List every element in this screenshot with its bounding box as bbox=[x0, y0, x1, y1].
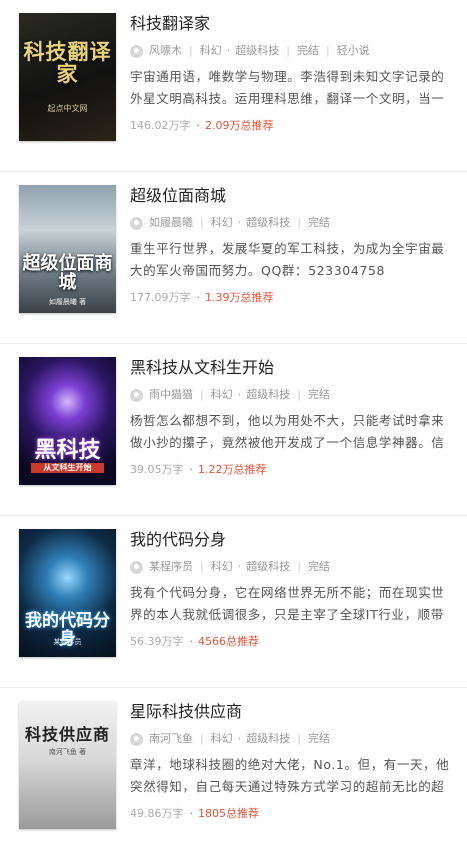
dot-separator: · bbox=[237, 560, 242, 573]
recommend-count: 1.22万总推荐 bbox=[198, 463, 267, 476]
word-count: 56.39万字 bbox=[130, 635, 184, 648]
book-cover[interactable]: 科技供应商 南河飞鱼 著 bbox=[19, 701, 116, 829]
author-avatar-icon bbox=[130, 732, 143, 746]
book-category[interactable]: 科幻 bbox=[200, 43, 222, 59]
cover-subtitle: 从文科生开始 bbox=[31, 463, 104, 474]
book-title[interactable]: 科技翻译家 bbox=[130, 14, 453, 36]
dot-separator: · bbox=[189, 807, 194, 820]
divider: | bbox=[189, 44, 193, 57]
book-meta: 南河飞鱼 | 科幻 · 超级科技 | 完结 bbox=[130, 731, 453, 747]
book-item[interactable]: 我的代码分身 某程序员 我的代码分身 某程序员 | 科幻 · 超级科技 | 完结… bbox=[0, 516, 467, 688]
cover-title: 超级位面商城 bbox=[22, 253, 113, 293]
book-item[interactable]: 科技翻译家 起点中文网 科技翻译家 风嘌木 | 科幻 · 超级科技 | 完结 |… bbox=[0, 0, 467, 172]
book-cover[interactable]: 我的代码分身 某程序员 bbox=[19, 529, 116, 657]
book-meta: 风嘌木 | 科幻 · 超级科技 | 完结 | 轻小说 bbox=[130, 43, 453, 59]
divider: | bbox=[297, 560, 301, 573]
cover-title: 黑科技 bbox=[34, 438, 101, 463]
cover-publisher: 起点中文网 bbox=[47, 104, 88, 113]
book-status: 完结 bbox=[307, 388, 330, 401]
divider: | bbox=[325, 44, 330, 57]
book-title[interactable]: 星际科技供应商 bbox=[130, 702, 453, 724]
book-item[interactable]: 科技供应商 南河飞鱼 著 星际科技供应商 南河飞鱼 | 科幻 · 超级科技 | … bbox=[0, 688, 467, 860]
book-description: 重生平行世界，发展华夏的军工科技，为成为全宇宙最大的军火帝国而努力。QQ群：52… bbox=[130, 241, 445, 278]
book-stats: 146.02万字 · 2.09万总推荐 bbox=[130, 119, 453, 133]
divider: | bbox=[200, 216, 204, 229]
book-subcategory[interactable]: 超级科技 bbox=[246, 559, 290, 575]
book-list: 科技翻译家 起点中文网 科技翻译家 风嘌木 | 科幻 · 超级科技 | 完结 |… bbox=[0, 0, 467, 860]
recommend-count: 1805总推荐 bbox=[198, 807, 259, 820]
dot-separator: · bbox=[189, 635, 194, 648]
dot-separator: · bbox=[226, 44, 231, 57]
book-stats: 49.86万字 · 1805总推荐 bbox=[130, 807, 453, 821]
book-title[interactable]: 我的代码分身 bbox=[130, 530, 453, 552]
book-subcategory[interactable]: 超级科技 bbox=[246, 215, 290, 231]
book-item[interactable]: 黑科技 从文科生开始 黑科技从文科生开始 雨中猫猫 | 科幻 · 超级科技 | … bbox=[0, 344, 467, 516]
book-cover[interactable]: 黑科技 从文科生开始 bbox=[19, 357, 116, 485]
book-meta: 如履晨曦 | 科幻 · 超级科技 | 完结 bbox=[130, 215, 453, 231]
book-description: 我有个代码分身，它在网络世界无所不能；而在现实世界的本人我就低调很多，只是主宰了… bbox=[130, 585, 445, 622]
book-stats: 39.05万字 · 1.22万总推荐 bbox=[130, 463, 453, 477]
cover-author: 如履晨曦 著 bbox=[48, 298, 87, 306]
book-category[interactable]: 科幻 bbox=[211, 387, 233, 403]
book-author[interactable]: 某程序员 bbox=[149, 559, 193, 575]
book-category[interactable]: 科幻 bbox=[211, 215, 233, 231]
divider: | bbox=[200, 560, 204, 573]
book-author[interactable]: 风嘌木 bbox=[149, 43, 182, 59]
book-subcategory[interactable]: 超级科技 bbox=[235, 43, 279, 59]
cover-title: 科技供应商 bbox=[24, 725, 110, 744]
cover-author: 某程序员 bbox=[53, 638, 82, 646]
author-avatar-icon bbox=[130, 216, 143, 230]
recommend-count: 2.09万总推荐 bbox=[205, 119, 274, 132]
book-author[interactable]: 雨中猫猫 bbox=[149, 387, 193, 403]
book-description: 章洋，地球科技圈的绝对大佬，No.1。但，有一天，他突然得知，自己每天通过特殊方… bbox=[130, 757, 450, 794]
dot-separator: · bbox=[237, 216, 242, 229]
word-count: 177.09万字 bbox=[130, 291, 191, 304]
author-avatar-icon bbox=[130, 388, 143, 402]
dot-separator: · bbox=[196, 291, 201, 304]
book-item[interactable]: 超级位面商城 如履晨曦 著 超级位面商城 如履晨曦 | 科幻 · 超级科技 | … bbox=[0, 172, 467, 344]
book-description: 宇宙通用语，唯数学与物理。李浩得到未知文字记录的外星文明高科技。运用理科思维，翻… bbox=[130, 69, 445, 106]
divider: | bbox=[297, 732, 301, 745]
book-author[interactable]: 南河飞鱼 bbox=[149, 731, 193, 747]
author-avatar-icon bbox=[130, 560, 143, 574]
book-author[interactable]: 如履晨曦 bbox=[149, 215, 193, 231]
book-meta: 雨中猫猫 | 科幻 · 超级科技 | 完结 bbox=[130, 387, 453, 403]
book-category[interactable]: 科幻 bbox=[211, 559, 233, 575]
divider: | bbox=[200, 388, 204, 401]
divider: | bbox=[297, 388, 301, 401]
book-cover[interactable]: 科技翻译家 起点中文网 bbox=[19, 13, 116, 141]
book-description: 杨哲怎么都想不到，他以为用处不大，只能考试时拿来做小抄的攥子，竟然被他开发成了一… bbox=[130, 413, 445, 450]
cover-title: 科技翻译家 bbox=[23, 40, 112, 87]
recommend-count: 1.39万总推荐 bbox=[205, 291, 274, 304]
word-count: 39.05万字 bbox=[130, 463, 184, 476]
book-status: 完结 bbox=[307, 732, 330, 745]
book-subcategory[interactable]: 超级科技 bbox=[246, 731, 290, 747]
dot-separator: · bbox=[189, 463, 194, 476]
book-stats: 56.39万字 · 4566总推荐 bbox=[130, 635, 453, 649]
book-meta: 某程序员 | 科幻 · 超级科技 | 完结 bbox=[130, 559, 453, 575]
book-title[interactable]: 超级位面商城 bbox=[130, 186, 453, 208]
dot-separator: · bbox=[237, 388, 242, 401]
author-avatar-icon bbox=[130, 44, 143, 58]
word-count: 146.02万字 bbox=[130, 119, 191, 132]
recommend-count: 4566总推荐 bbox=[198, 635, 259, 648]
dot-separator: · bbox=[237, 732, 242, 745]
book-tag[interactable]: 轻小说 bbox=[337, 43, 370, 59]
divider: | bbox=[200, 732, 204, 745]
book-category[interactable]: 科幻 bbox=[211, 731, 233, 747]
word-count: 49.86万字 bbox=[130, 807, 184, 820]
book-status: 完结 bbox=[296, 44, 319, 57]
dot-separator: · bbox=[196, 119, 201, 132]
divider: | bbox=[286, 44, 290, 57]
book-cover[interactable]: 超级位面商城 如履晨曦 著 bbox=[19, 185, 116, 313]
cover-author: 南河飞鱼 著 bbox=[48, 748, 87, 756]
divider: | bbox=[297, 216, 301, 229]
book-stats: 177.09万字 · 1.39万总推荐 bbox=[130, 291, 453, 305]
book-subcategory[interactable]: 超级科技 bbox=[246, 387, 290, 403]
book-title[interactable]: 黑科技从文科生开始 bbox=[130, 358, 453, 380]
book-status: 完结 bbox=[307, 216, 330, 229]
book-status: 完结 bbox=[307, 560, 330, 573]
